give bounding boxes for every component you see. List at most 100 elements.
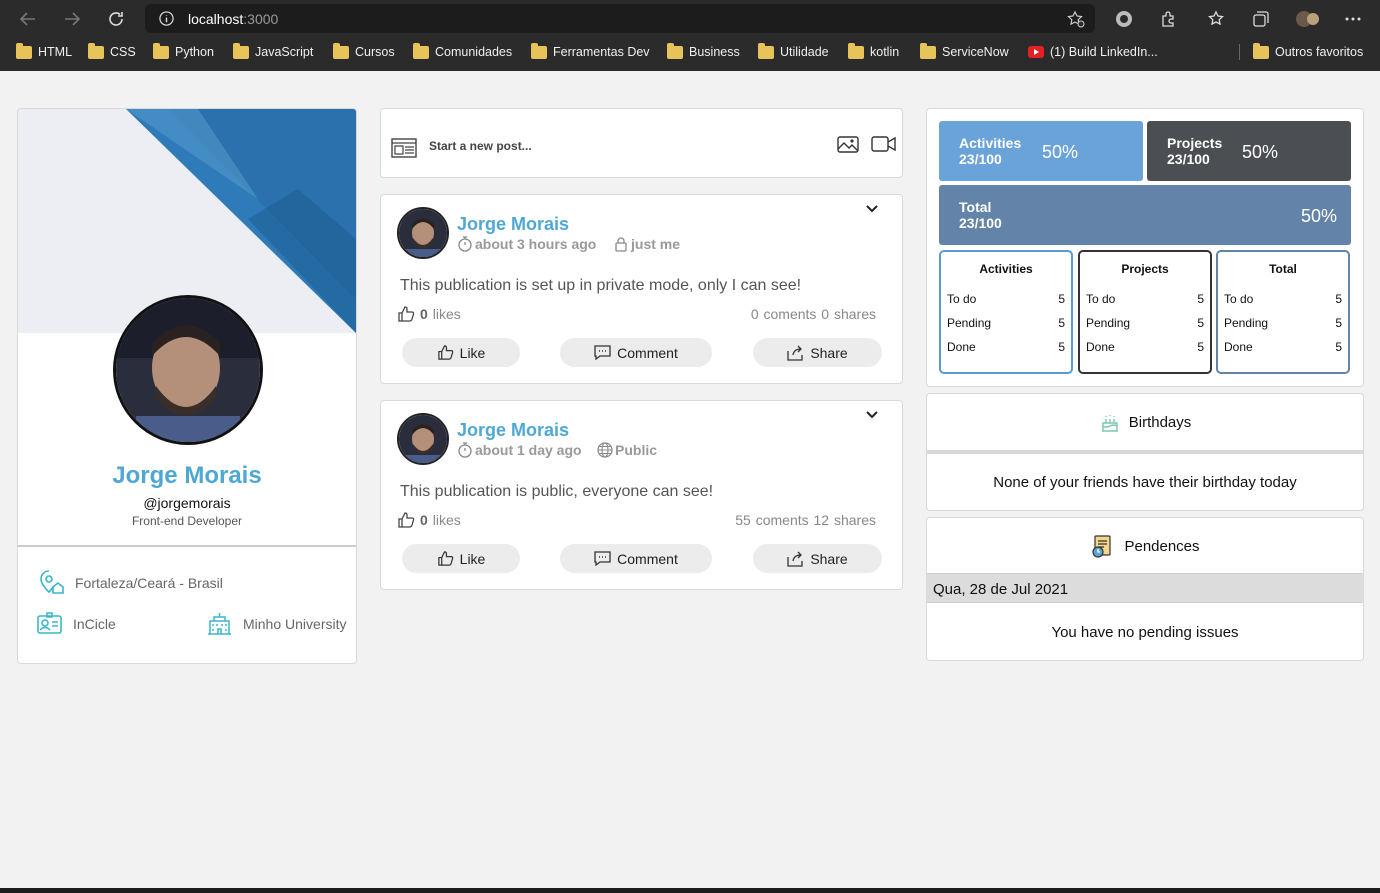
summary-row: To do 5 [1224, 292, 1342, 306]
summary-row: Done 5 [947, 340, 1065, 354]
globe-icon [597, 442, 613, 458]
profile-role: Front-end Developer [131, 514, 243, 528]
folder-icon [88, 42, 104, 59]
bookmark-javascript[interactable]: JavaScript [233, 42, 313, 61]
share-button[interactable]: Share [753, 544, 882, 573]
back-button[interactable] [14, 6, 42, 32]
bookmark-comunidades[interactable]: Comunidades [413, 42, 512, 61]
post-likes-count: 0 likes [397, 511, 461, 529]
like-button[interactable]: Like [402, 338, 520, 367]
comment-button[interactable]: Comment [560, 544, 712, 573]
folder-icon [920, 42, 936, 59]
pending-tasks-icon [1092, 535, 1112, 558]
projects-summary-title: Projects [1121, 262, 1169, 276]
post-author-avatar[interactable] [397, 413, 449, 465]
post-comments-shares[interactable]: 55 coments 12 shares [735, 512, 876, 528]
folder-icon [848, 42, 864, 59]
new-post-box[interactable]: Start a new post... [380, 108, 903, 178]
address-bar[interactable]: localhost:3000 [145, 4, 1095, 33]
chevron-down-icon[interactable] [864, 407, 880, 423]
profile-avatar[interactable] [113, 295, 263, 445]
user-avatar-icon[interactable] [1295, 8, 1321, 30]
bookmark-ferramentas-dev[interactable]: Ferramentas Dev [531, 42, 650, 61]
comment-button[interactable]: Comment [560, 338, 712, 367]
comment-icon [594, 551, 611, 566]
profile-username: @jorgemorais [143, 495, 231, 511]
post-visibility[interactable]: just me [613, 236, 680, 252]
like-button[interactable]: Like [402, 544, 520, 573]
folder-icon [16, 42, 32, 59]
stopwatch-icon [458, 236, 472, 252]
browser-toolbar: localhost:3000 [0, 0, 1380, 38]
id-card-icon [37, 612, 62, 634]
thumbs-up-icon [398, 306, 415, 322]
post-author-avatar[interactable] [397, 207, 449, 259]
profile-extension-icon[interactable] [1113, 8, 1135, 30]
bookmark-kotlin[interactable]: kotlin [848, 42, 899, 61]
summary-row: Pending 5 [1224, 316, 1342, 330]
birthdays-card: Birthdays None of your friends have thei… [926, 393, 1364, 511]
post-comments-shares[interactable]: 0 coments 0 shares [751, 306, 876, 322]
folder-icon [758, 42, 774, 59]
profile-card: Jorge Morais @jorgemorais Front-end Deve… [17, 108, 357, 664]
bookmarks-separator [1239, 44, 1240, 60]
birthdays-divider [927, 450, 1363, 454]
other-favorites[interactable]: Outros favoritos [1253, 42, 1363, 61]
chevron-down-icon[interactable] [864, 201, 880, 217]
profile-divider [18, 545, 356, 547]
thumbs-up-icon [437, 345, 453, 360]
total-label: Total 23/100 [959, 199, 1002, 231]
birthdays-header: Birthdays [927, 394, 1363, 450]
post-time: about 1 day ago [457, 442, 582, 458]
summary-row: Pending 5 [947, 316, 1065, 330]
bookmark-utilidade[interactable]: Utilidade [758, 42, 829, 61]
folder-icon [413, 42, 429, 59]
photo-icon[interactable] [836, 134, 860, 154]
activities-progress[interactable]: Activities 23/100 50% [939, 121, 1143, 181]
arrow-right-icon [65, 12, 81, 26]
bookmark-cursos[interactable]: Cursos [333, 42, 395, 61]
bookmark-html[interactable]: HTML [16, 42, 72, 61]
total-percent: 50% [1300, 206, 1337, 226]
stats-card: Activities 23/100 50% Projects 23/100 50% … [926, 108, 1364, 387]
comment-icon [594, 345, 611, 360]
bookmark-build-linkedin[interactable]: (1) Build LinkedIn... [1028, 43, 1158, 61]
post-card: Jorge Morais about 1 day ago Public This… [380, 400, 903, 590]
video-camera-icon[interactable] [871, 135, 897, 153]
summary-row: Pending 5 [1086, 316, 1204, 330]
add-favorite-icon [1067, 10, 1085, 28]
projects-summary: Projects To do 5 Pending 5 Done 5 [1078, 250, 1212, 374]
activities-percent: 50% [1042, 142, 1079, 162]
bookmark-business[interactable]: Business [667, 42, 740, 61]
bookmark-python[interactable]: Python [153, 42, 214, 61]
post-author-name[interactable]: Jorge Morais [457, 420, 569, 441]
activities-summary-title: Activities [979, 262, 1033, 276]
reload-button[interactable] [102, 6, 130, 32]
new-post-placeholder[interactable]: Start a new post... [429, 139, 532, 153]
folder-icon [153, 42, 169, 59]
extensions-icon[interactable] [1157, 8, 1179, 30]
share-icon [787, 345, 803, 361]
bookmark-css[interactable]: CSS [88, 42, 136, 61]
share-button[interactable]: Share [753, 338, 882, 367]
profile-name[interactable]: Jorge Morais [18, 462, 356, 490]
profile-company: InCicle [36, 611, 116, 636]
info-icon [159, 11, 174, 26]
pendences-header: Pendences [927, 518, 1363, 574]
total-progress[interactable]: Total 23/100 50% [939, 185, 1351, 245]
profile-location: Fortaleza/Ceará - Brasil [38, 569, 223, 596]
total-summary-title: Total [1269, 262, 1297, 276]
share-icon [787, 551, 803, 567]
bookmarks-bar: HTML CSS Python JavaScript Cursos Comuni… [0, 38, 1380, 65]
post-card: Jorge Morais about 3 hours ago just me T… [380, 194, 903, 384]
bookmark-servicenow[interactable]: ServiceNow [920, 42, 1009, 61]
birthdays-message: None of your friends have their birthday… [993, 474, 1297, 491]
activities-summary: Activities To do 5 Pending 5 Done 5 [939, 250, 1073, 374]
more-options-icon[interactable] [1342, 8, 1364, 30]
forward-button[interactable] [58, 6, 86, 32]
projects-progress[interactable]: Projects 23/100 50% [1147, 121, 1351, 181]
post-visibility[interactable]: Public [597, 442, 657, 458]
collections-icon[interactable] [1250, 8, 1272, 30]
favorites-icon[interactable] [1206, 8, 1228, 30]
post-author-name[interactable]: Jorge Morais [457, 214, 569, 235]
